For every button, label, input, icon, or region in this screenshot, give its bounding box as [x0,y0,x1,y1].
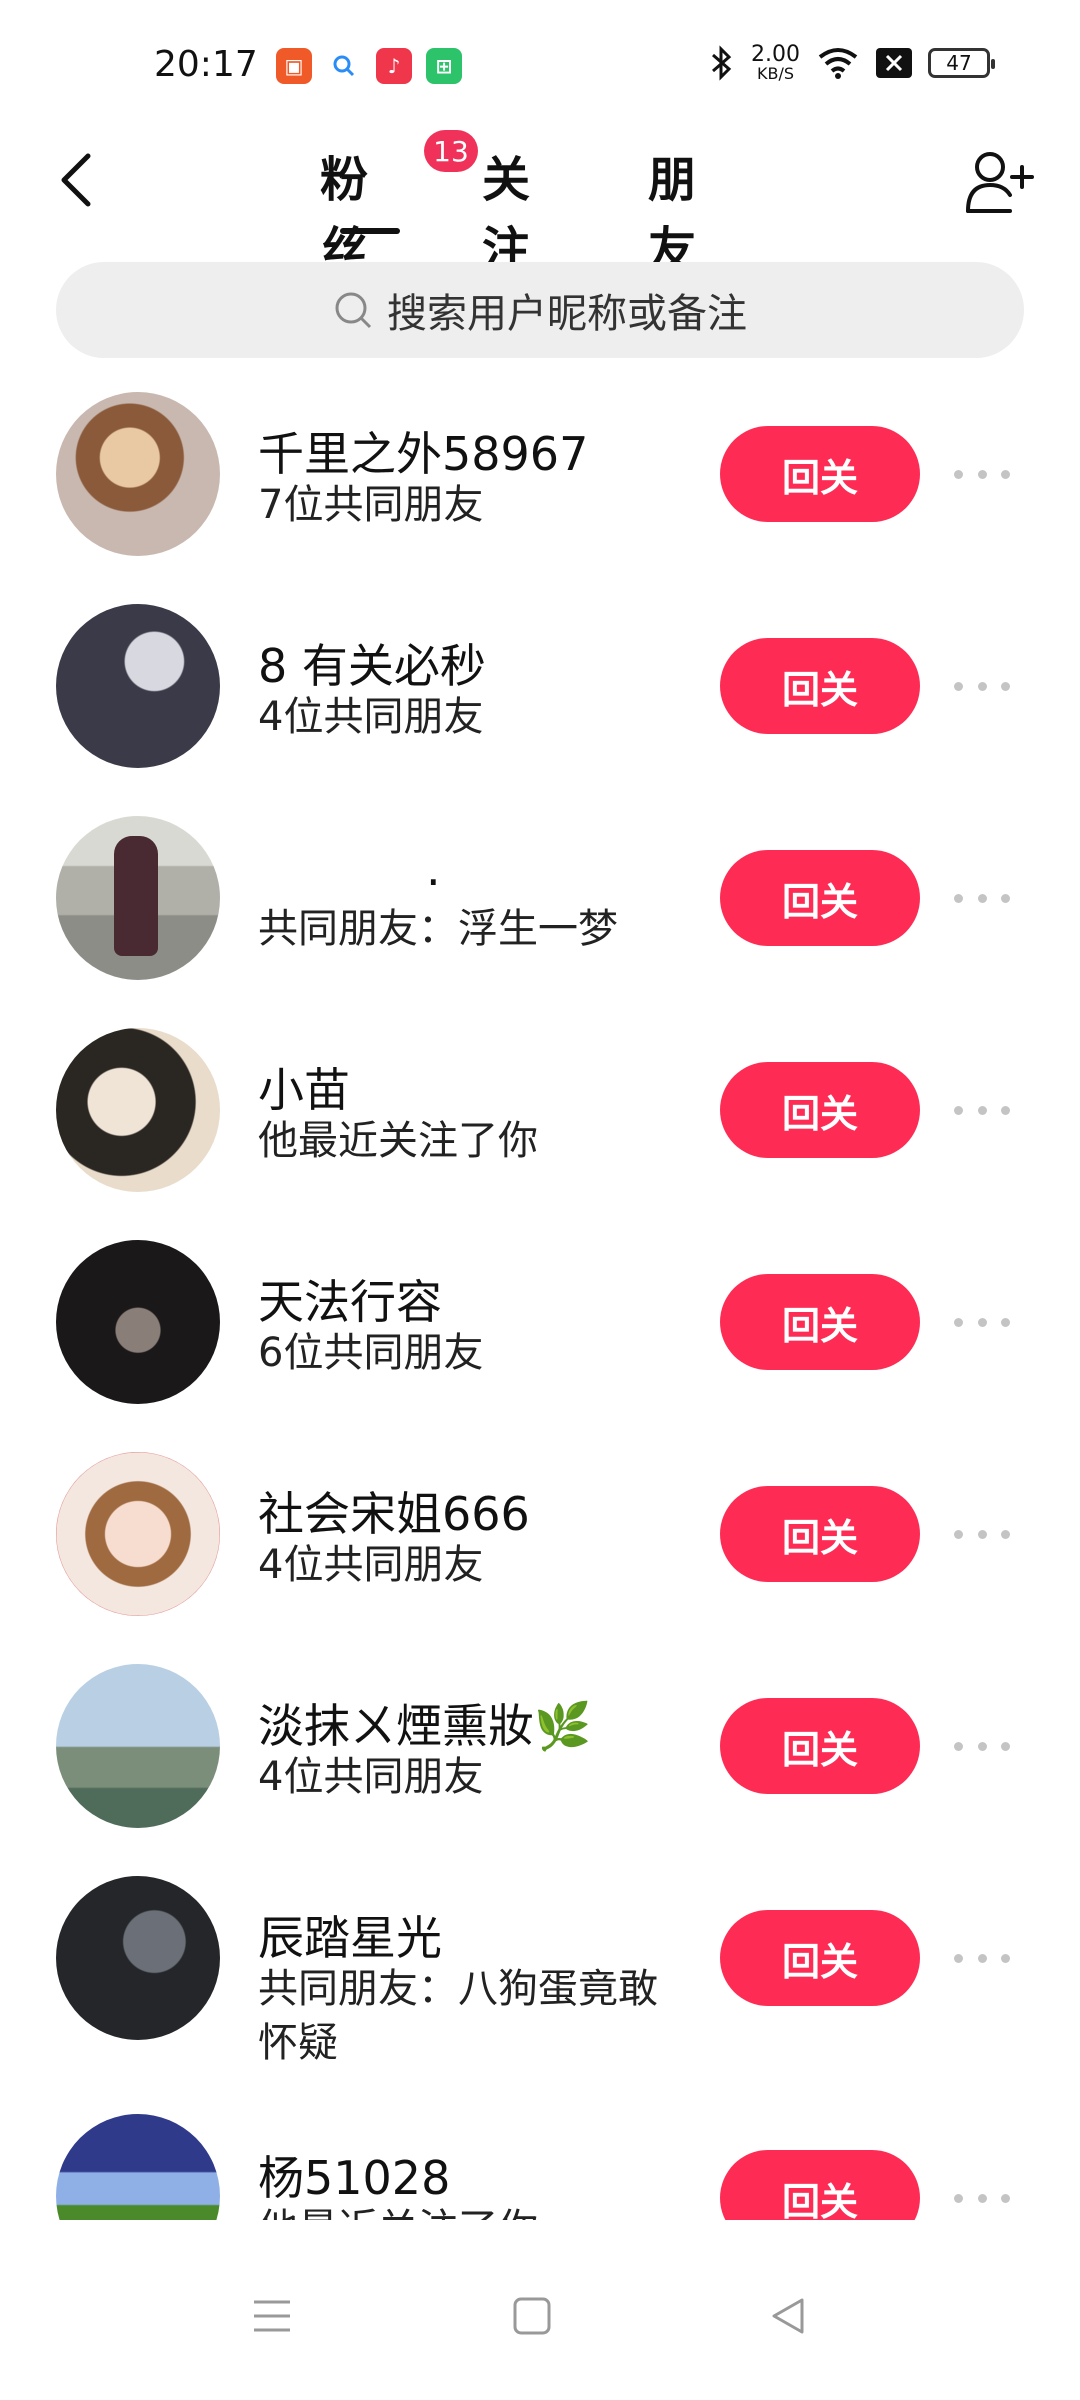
avatar[interactable] [56,1664,220,1828]
user-name: 淡抹ㄨ煙熏妝🌿 [258,1699,592,1753]
notification-icons: ▣ ♪ ⊞ [276,48,462,84]
list-item[interactable]: 辰踏星光 共同朋友：八狗蛋竟敢怀疑 回关 [0,1864,1080,2114]
avatar[interactable] [56,1452,220,1616]
search-placeholder: 搜索用户昵称或备注 [387,291,747,337]
music-app-icon: ♪ [376,48,412,84]
user-name: 辰踏星光 [258,1911,442,1965]
battery-indicator: 47 [928,48,995,78]
list-item[interactable]: 千里之外58967 7位共同朋友 回关 [0,380,1080,592]
avatar[interactable] [56,1028,220,1192]
shopping-app-icon: ▣ [276,48,312,84]
triangle-back-icon [772,2298,804,2334]
user-subtitle: 共同朋友：八狗蛋竟敢怀疑 [258,1966,658,2066]
more-options-icon[interactable] [954,2178,1010,2218]
more-options-icon[interactable] [954,878,1010,918]
back-button[interactable] [46,140,106,220]
wifi-icon [818,48,858,79]
follow-back-button[interactable]: 回关 [720,638,920,734]
user-subtitle: 6位共同朋友 [258,1330,484,1376]
net-speed-unit: KB/S [757,64,795,83]
user-subtitle: 4位共同朋友 [258,694,484,740]
user-name: 杨51028 [258,2151,451,2205]
user-name: 天法行容 [258,1275,442,1329]
menu-icon [254,2300,290,2332]
tab-friends[interactable]: 朋友 [648,140,696,280]
fans-list: 千里之外58967 7位共同朋友 回关 8 有关必秒 4位共同朋友 回关 . 共… [0,380,1080,2240]
more-options-icon[interactable] [954,1726,1010,1766]
more-options-icon[interactable] [954,1938,1010,1978]
user-name: . [426,842,441,896]
system-nav-bar [0,2220,1080,2400]
follow-back-button[interactable]: 回关 [720,426,920,522]
active-tab-indicator [340,228,400,234]
list-item[interactable]: . 共同朋友：浮生一梦 回关 [0,804,1080,1016]
list-item[interactable]: 天法行容 6位共同朋友 回关 [0,1228,1080,1440]
net-speed-value: 2.00 [751,42,800,67]
back-nav-button[interactable] [758,2286,818,2346]
recent-apps-button[interactable] [242,2286,302,2346]
avatar[interactable] [56,604,220,768]
status-bar: 20:17 ▣ ♪ ⊞ 2.00 KB/S 47 [0,0,1080,130]
user-name: 8 有关必秒 [258,639,486,693]
add-user-icon [966,152,1034,213]
add-friend-button[interactable] [960,142,1040,222]
square-icon [513,2297,551,2335]
more-options-icon[interactable] [954,666,1010,706]
user-name: 社会宋姐666 [258,1487,530,1541]
more-options-icon[interactable] [954,1302,1010,1342]
avatar[interactable] [56,816,220,980]
x-box-icon [876,48,912,78]
search-input[interactable]: 搜索用户昵称或备注 [56,262,1024,358]
list-item[interactable]: 社会宋姐666 4位共同朋友 回关 [0,1440,1080,1652]
battery-level: 47 [946,51,972,75]
chevron-left-icon [61,153,91,207]
search-icon [335,292,372,329]
follow-back-button[interactable]: 回关 [720,1486,920,1582]
home-button[interactable] [502,2286,562,2346]
user-subtitle: 共同朋友：浮生一梦 [258,906,618,952]
net-speed: 2.00 KB/S [751,44,800,82]
avatar[interactable] [56,1876,220,2040]
user-subtitle: 4位共同朋友 [258,1542,484,1588]
avatar-figure [114,836,158,956]
status-right: 2.00 KB/S 47 [709,44,995,82]
header: 粉丝 13 关注 朋友 [0,130,1080,278]
user-name: 小苗 [258,1063,350,1117]
status-time: 20:17 [154,44,258,85]
follow-back-button[interactable]: 回关 [720,1910,920,2006]
user-subtitle: 7位共同朋友 [258,482,484,528]
avatar[interactable] [56,392,220,556]
more-options-icon[interactable] [954,454,1010,494]
avatar[interactable] [56,1240,220,1404]
user-subtitle: 他最近关注了你 [258,1118,538,1164]
store-app-icon: ⊞ [426,48,462,84]
follow-back-button[interactable]: 回关 [720,1698,920,1794]
follow-back-button[interactable]: 回关 [720,1062,920,1158]
user-subtitle: 4位共同朋友 [258,1754,484,1800]
more-options-icon[interactable] [954,1514,1010,1554]
list-item[interactable]: 8 有关必秒 4位共同朋友 回关 [0,592,1080,804]
follow-back-button[interactable]: 回关 [720,850,920,946]
more-options-icon[interactable] [954,1090,1010,1130]
list-item[interactable]: 淡抹ㄨ煙熏妝🌿 4位共同朋友 回关 [0,1652,1080,1864]
fans-count-badge: 13 [424,130,478,172]
bluetooth-icon [712,45,732,81]
tab-following[interactable]: 关注 [482,140,530,280]
list-item[interactable]: 小苗 他最近关注了你 回关 [0,1016,1080,1228]
tab-fans[interactable]: 粉丝 [320,140,368,280]
search-app-icon [326,48,362,84]
follow-back-button[interactable]: 回关 [720,1274,920,1370]
user-name: 千里之外58967 [258,427,589,481]
